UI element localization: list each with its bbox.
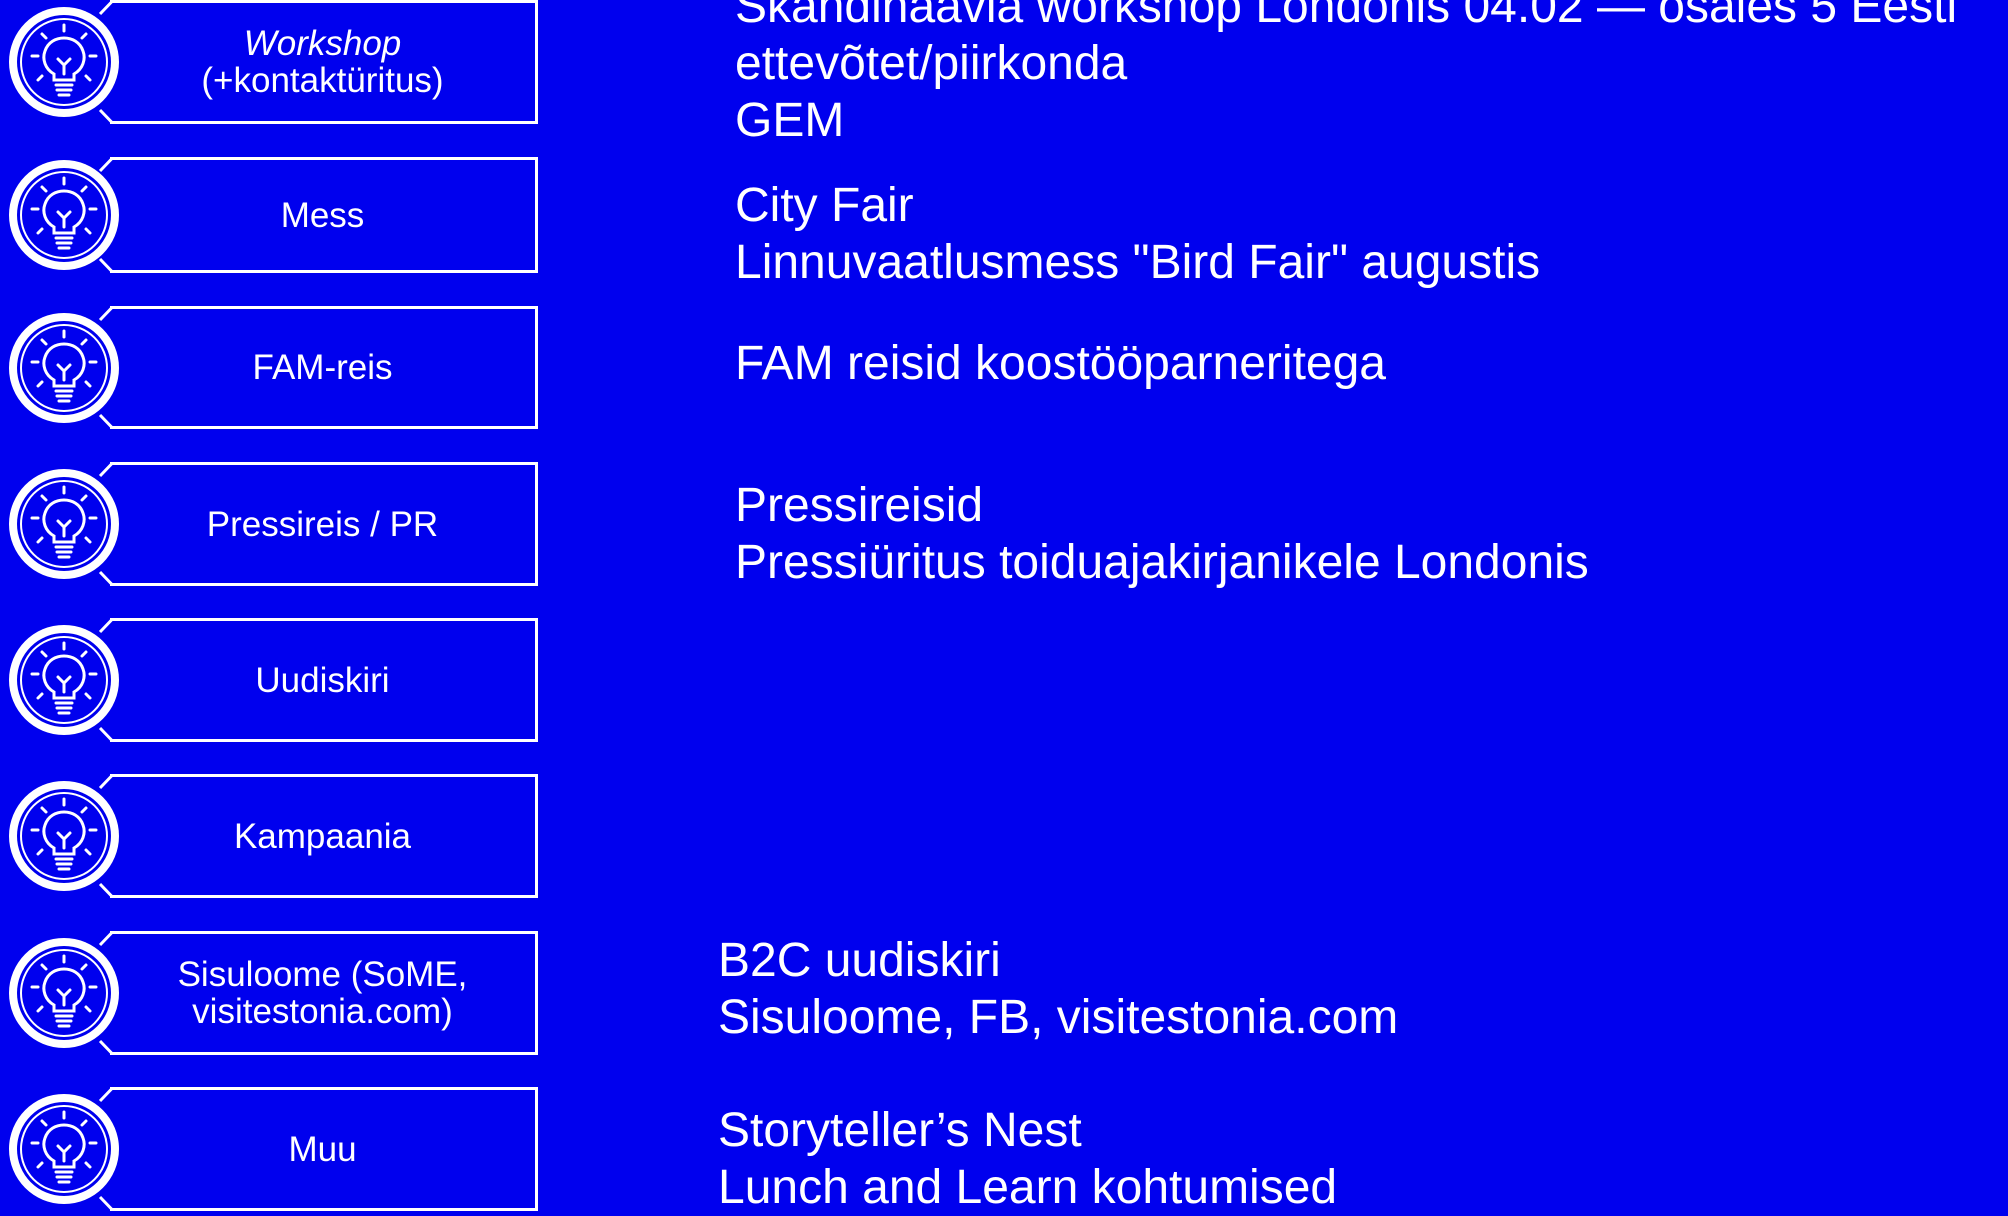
- lightbulb-icon: [6, 935, 122, 1051]
- desc-mess: City Fair Linnuvaatlusmess "Bird Fair" a…: [735, 177, 1540, 291]
- category-label: Pressireis / PR: [206, 504, 439, 544]
- category-row-kampaania: Kampaania: [0, 774, 560, 898]
- category-row-uudiskiri: Uudiskiri: [0, 618, 560, 742]
- desc-muu: Storyteller’s Nest Lunch and Learn kohtu…: [718, 1102, 1337, 1216]
- desc-line: FAM reisid koostööparneritega: [735, 337, 1386, 390]
- lightbulb-icon: [6, 778, 122, 894]
- desc-line: Pressireisid: [735, 479, 984, 532]
- lightbulb-icon: [6, 310, 122, 426]
- category-row-fam-reis: FAM-reis: [0, 306, 560, 429]
- category-label: (+kontaktüritus): [201, 61, 444, 100]
- desc-line: ettevõtet/piirkonda: [735, 37, 1128, 90]
- desc-line: Skandinaavia workshop Londonis 04.02 — o…: [735, 0, 1958, 33]
- desc-line: GEM: [735, 94, 845, 147]
- category-label: FAM-reis: [252, 348, 393, 387]
- desc-sisuloome: B2C uudiskiri Sisuloome, FB, visitestoni…: [718, 932, 1398, 1046]
- lightbulb-icon: [6, 466, 122, 582]
- desc-line: Pressiüritus toiduajakirjanikele Londoni…: [735, 536, 1589, 589]
- category-label-line2: visitestonia.com): [192, 992, 453, 1031]
- desc-line: Storyteller’s Nest: [718, 1104, 1082, 1157]
- category-label: Mess: [280, 195, 365, 235]
- lightbulb-icon: [6, 4, 122, 120]
- category-row-muu: Muu: [0, 1087, 560, 1211]
- desc-workshop: Skandinaavia workshop Londonis 04.02 — o…: [735, 0, 1957, 149]
- lightbulb-icon: [6, 1091, 122, 1207]
- desc-line: B2C uudiskiri: [718, 934, 1001, 987]
- category-row-workshop: Workshop (+kontaktüritus): [0, 0, 560, 124]
- category-row-pressireis-pr: Pressireis / PR: [0, 462, 560, 586]
- desc-line: Sisuloome, FB, visitestonia.com: [718, 991, 1399, 1044]
- desc-line: Linnuvaatlusmess "Bird Fair" augustis: [735, 236, 1541, 289]
- lightbulb-icon: [6, 622, 122, 738]
- lightbulb-icon: [6, 157, 122, 273]
- category-label: Muu: [288, 1129, 357, 1169]
- category-label-emphasis: Workshop: [243, 24, 402, 63]
- category-label: Uudiskiri: [255, 660, 390, 700]
- category-label: Sisuloome (SoME,: [177, 955, 468, 994]
- category-row-mess: Mess: [0, 157, 560, 273]
- desc-fam-reis: FAM reisid koostööparneritega: [735, 335, 1386, 392]
- category-row-sisuloome: Sisuloome (SoME, visitestonia.com): [0, 931, 560, 1055]
- desc-line: Lunch and Learn kohtumised: [718, 1161, 1338, 1214]
- desc-pressireis: Pressireisid Pressiüritus toiduajakirjan…: [735, 477, 1589, 591]
- desc-line: City Fair: [735, 179, 914, 232]
- category-label: Kampaania: [233, 816, 412, 856]
